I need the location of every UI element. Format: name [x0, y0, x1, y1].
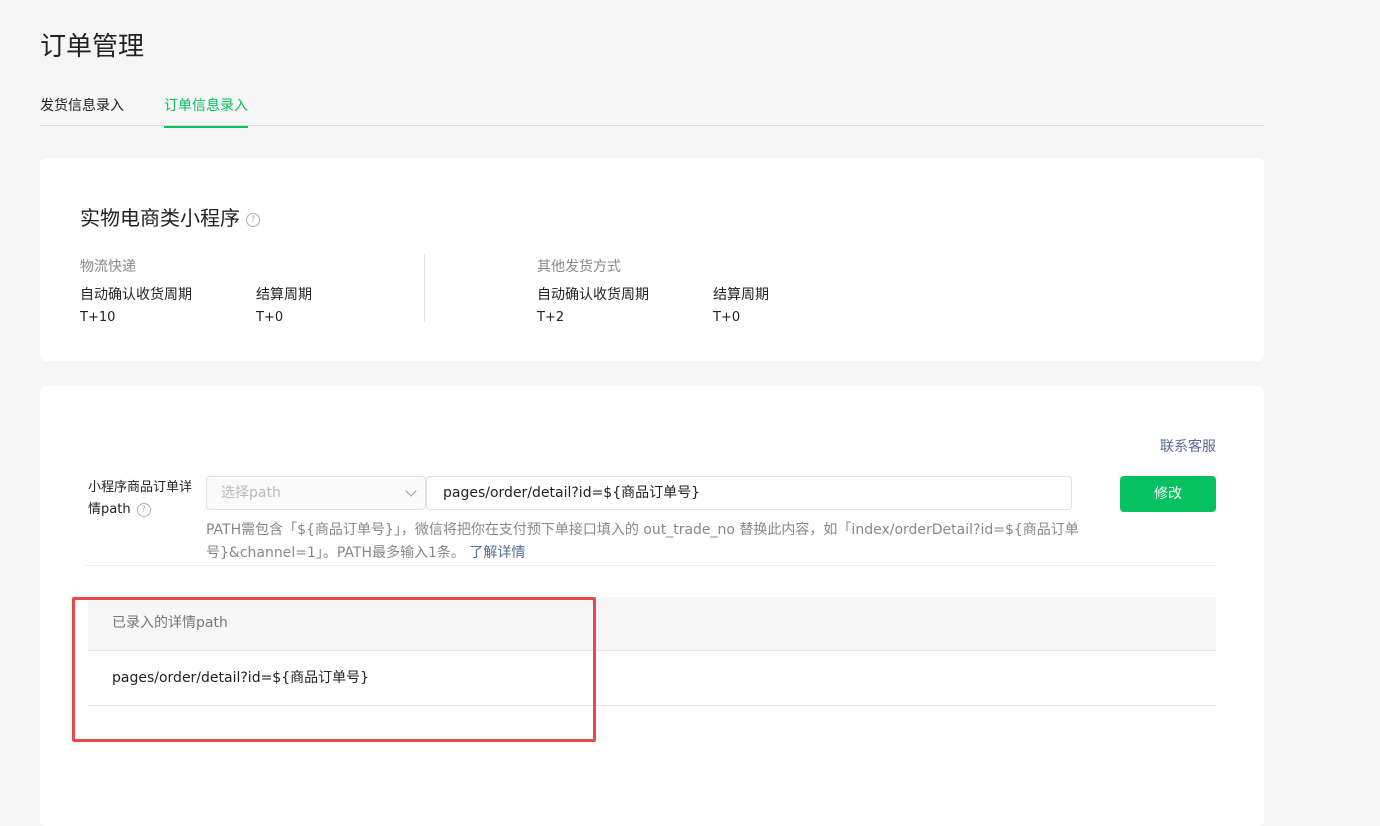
form-label: 小程序商品订单详情path? — [88, 477, 198, 521]
path-input[interactable]: pages/order/detail?id=${商品订单号} — [426, 476, 1072, 510]
info-value: T+10 — [80, 310, 116, 325]
learn-more-link[interactable]: 了解详情 — [469, 545, 525, 561]
group-logistics: 物流快递 自动确认收货周期 T+10 结算周期 T+0 — [80, 256, 312, 325]
info-item: 自动确认收货周期 T+10 — [80, 284, 260, 325]
chevron-down-icon — [405, 485, 417, 497]
highlight-box — [72, 597, 596, 742]
path-hint: PATH需包含「${商品订单号}」，微信将把你在支付预下单接口填入的 out_t… — [206, 519, 1086, 565]
path-select[interactable]: 选择path — [206, 476, 426, 510]
tab-order-info[interactable]: 订单信息录入 — [164, 95, 248, 128]
info-key: 结算周期 — [256, 287, 312, 303]
section-title-text: 实物电商类小程序 — [80, 206, 240, 230]
contact-support-link[interactable]: 联系客服 — [1160, 436, 1216, 456]
tab-bar: 发货信息录入 订单信息录入 — [40, 80, 1264, 128]
info-value: T+2 — [537, 310, 565, 325]
group-label: 其他发货方式 — [537, 259, 621, 275]
path-form-row: 小程序商品订单详情path? 选择path pages/order/detail… — [86, 473, 1216, 566]
info-key: 自动确认收货周期 — [80, 287, 192, 303]
info-item: 自动确认收货周期 T+2 — [537, 284, 717, 325]
question-circle-icon[interactable]: ? — [246, 212, 260, 227]
select-placeholder: 选择path — [221, 485, 281, 501]
info-item: 结算周期 T+0 — [713, 284, 893, 325]
section-title: 实物电商类小程序? — [80, 202, 260, 231]
hint-text: PATH需包含「${商品订单号}」，微信将把你在支付预下单接口填入的 out_t… — [206, 522, 1079, 561]
info-value: T+0 — [256, 310, 284, 325]
info-key: 自动确认收货周期 — [537, 287, 649, 303]
modify-button[interactable]: 修改 — [1120, 476, 1216, 512]
vertical-divider — [424, 254, 425, 322]
group-other-shipping: 其他发货方式 自动确认收货周期 T+2 结算周期 T+0 — [537, 256, 769, 325]
program-info-card: 实物电商类小程序? 物流快递 自动确认收货周期 T+10 结算周期 T+0 其他… — [40, 158, 1264, 361]
info-value: T+0 — [713, 310, 741, 325]
info-item: 结算周期 T+0 — [256, 284, 436, 325]
info-key: 结算周期 — [713, 287, 769, 303]
page-title: 订单管理 — [40, 32, 145, 62]
tab-shipping-info[interactable]: 发货信息录入 — [40, 95, 124, 127]
question-circle-icon[interactable]: ? — [136, 502, 151, 517]
group-label: 物流快递 — [80, 259, 136, 275]
